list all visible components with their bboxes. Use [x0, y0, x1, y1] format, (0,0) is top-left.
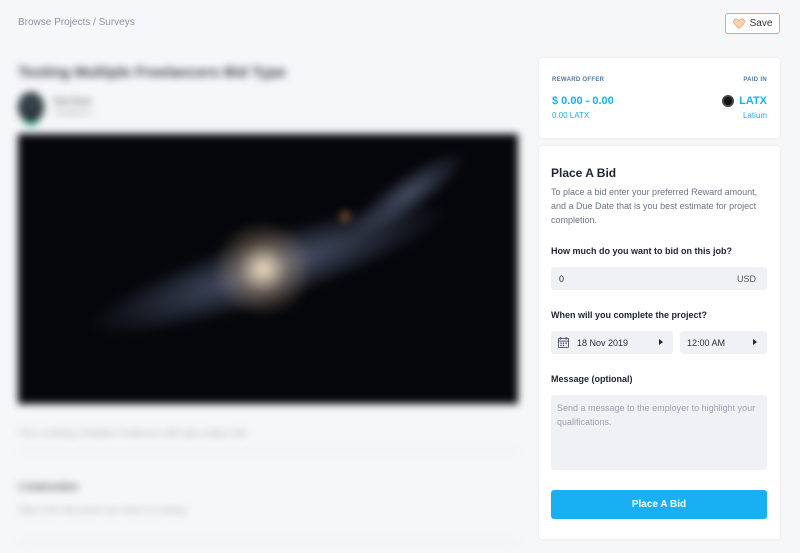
user-name: Mia Bodo — [54, 96, 93, 106]
due-date-picker[interactable]: 18 Nov 2019 — [551, 331, 673, 354]
breadcrumb-separator: / — [90, 17, 99, 28]
paid-currency: LATX — [739, 95, 767, 107]
bid-amount-input[interactable]: 0 USD — [551, 267, 767, 290]
instructions-title: 1 Instruction — [18, 482, 79, 493]
bid-amount-unit: USD — [736, 274, 756, 284]
reward-offer-card: REWARD OFFER $ 0.00 - 0.00 0.00 LATX PAI… — [539, 58, 780, 138]
calendar-icon — [558, 337, 569, 348]
reward-offer-label: REWARD OFFER — [552, 77, 605, 83]
place-bid-title: Place A Bid — [551, 166, 617, 180]
instructions-text: Take a the document and write it in writ… — [18, 505, 186, 515]
reward-amount-latx: 0.00 LATX — [552, 111, 590, 120]
breadcrumb-browse-projects[interactable]: Browse Projects — [18, 17, 90, 28]
save-button-label: Save — [749, 18, 773, 29]
avatar — [18, 92, 44, 122]
message-label: Message (optional) — [551, 374, 633, 384]
project-image — [18, 134, 518, 404]
message-textarea[interactable] — [551, 395, 767, 470]
divider — [18, 450, 518, 451]
bid-amount-value: 0 — [559, 274, 565, 284]
project-description: This is testing a Multiple Freelancers B… — [18, 428, 248, 438]
project-details-blurred: Testing Multiple Freelancers Bid Type Mi… — [0, 50, 535, 553]
due-date-value: 18 Nov 2019 — [577, 338, 629, 348]
bid-amount-label: How much do you want to bid on this job? — [551, 246, 732, 256]
place-bid-description: To place a bid enter your preferred Rewa… — [551, 187, 758, 225]
due-time-value: 12:00 AM — [687, 338, 726, 348]
place-bid-button[interactable]: Place A Bid — [551, 490, 767, 519]
due-date-label: When will you complete the project? — [551, 310, 708, 320]
due-time-picker[interactable]: 12:00 AM — [680, 331, 767, 354]
heart-icon — [732, 18, 745, 29]
paid-in-label: PAID IN — [743, 77, 767, 83]
breadcrumb-surveys[interactable]: Surveys — [99, 17, 135, 28]
save-button[interactable]: Save — [725, 13, 780, 34]
paid-currency-name: Latium — [742, 111, 767, 120]
caret-right-icon — [659, 339, 663, 345]
reward-amount: $ 0.00 - 0.00 — [552, 95, 614, 107]
user-role: Freelancer — [54, 108, 93, 117]
divider — [18, 542, 518, 543]
breadcrumb: Browse Projects / Surveys — [18, 17, 135, 28]
place-bid-card: Place A Bid To place a bid enter your pr… — [539, 146, 780, 539]
project-title: Testing Multiple Freelancers Bid Type — [18, 64, 286, 81]
caret-right-icon — [753, 339, 757, 345]
latx-coin-icon — [722, 95, 734, 107]
